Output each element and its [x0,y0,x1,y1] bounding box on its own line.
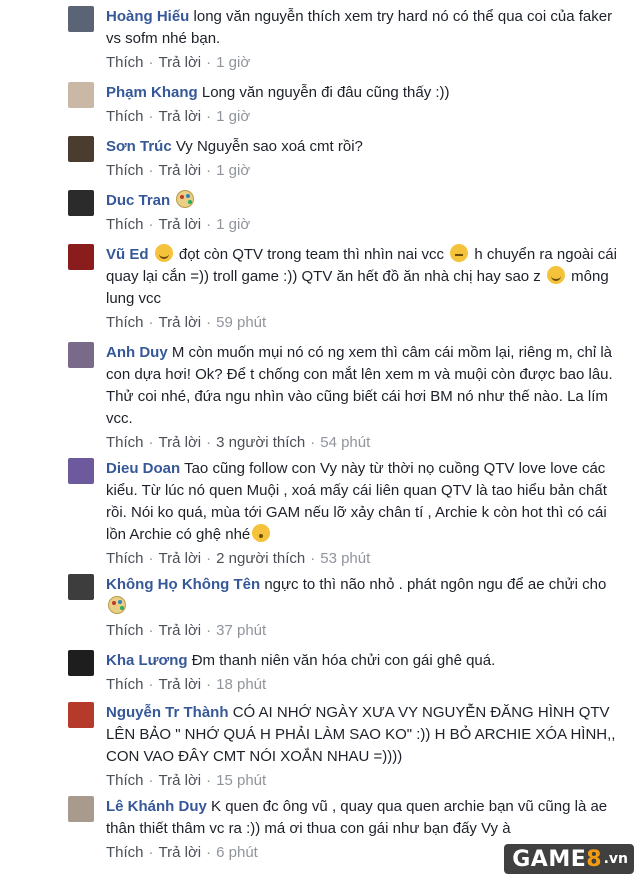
reply-link[interactable]: Trả lời [159,676,202,693]
like-link[interactable]: Thích [106,434,144,451]
reply-link[interactable]: Trả lời [159,54,202,71]
separator: · [148,314,154,331]
separator: · [148,434,154,451]
comment-text: Tao cũng follow con Vy này từ thời nọ cu… [106,460,607,543]
separator: · [148,216,154,233]
commenter-name[interactable]: Vũ Ed [106,246,149,263]
timestamp[interactable]: 15 phút [216,772,266,789]
separator: · [206,622,212,639]
separator: · [148,108,154,125]
timestamp[interactable]: 1 giờ [216,216,250,233]
kiss-emoji-icon [252,524,271,542]
like-link[interactable]: Thích [106,550,144,567]
reply-link[interactable]: Trả lời [159,434,202,451]
timestamp[interactable]: 6 phút [216,844,258,861]
like-link[interactable]: Thích [106,108,144,125]
commenter-name[interactable]: Dieu Doan [106,460,180,477]
timestamp[interactable]: 1 giờ [216,54,250,71]
palette-emoji-icon [108,596,126,614]
separator: · [206,216,212,233]
avatar[interactable] [68,796,94,822]
separator: · [206,162,212,179]
timestamp[interactable]: 1 giờ [216,108,250,125]
smile-emoji-icon [546,266,565,284]
comment-text: Long văn nguyễn đi đâu cũng thấy :)) [201,84,450,101]
like-link[interactable]: Thích [106,844,144,861]
avatar[interactable] [68,342,94,368]
timestamp[interactable]: 1 giờ [216,162,250,179]
separator: · [206,844,212,861]
timestamp[interactable]: 37 phút [216,622,266,639]
logo-main-text: GAME [512,846,587,872]
separator: · [206,550,212,567]
avatar[interactable] [68,244,94,270]
commenter-name[interactable]: Hoàng Hiếu [106,8,189,25]
reply-link[interactable]: Trả lời [159,622,202,639]
reply-link[interactable]: Trả lời [159,314,202,331]
separator: · [148,844,154,861]
logo-number-text: 8 [586,846,602,872]
likes-count[interactable]: 3 người thích [216,434,305,451]
comment-text: Đm thanh niên văn hóa chửi con gái ghê q… [191,652,496,669]
avatar[interactable] [68,702,94,728]
reply-link[interactable]: Trả lời [159,216,202,233]
like-link[interactable]: Thích [106,772,144,789]
commenter-name[interactable]: Phạm Khang [106,84,198,101]
avatar[interactable] [68,6,94,32]
reply-link[interactable]: Trả lời [159,550,202,567]
smile-emoji-icon [154,244,173,262]
like-link[interactable]: Thích [106,676,144,693]
separator: · [206,772,212,789]
timestamp[interactable]: 59 phút [216,314,266,331]
like-link[interactable]: Thích [106,216,144,233]
sweat-emoji-icon [450,244,469,262]
palette-emoji-icon [176,190,195,208]
timestamp[interactable]: 18 phút [216,676,266,693]
comment-text: ngực to thì não nhỏ . phát ngôn ngu để a… [264,576,607,593]
avatar[interactable] [68,574,94,600]
commenter-name[interactable]: Sơn Trúc [106,138,172,155]
commenter-name[interactable]: Kha Lương [106,652,188,669]
logo-domain-text: .vn [603,851,628,867]
separator: · [148,162,154,179]
timestamp[interactable]: 54 phút [320,434,370,451]
likes-count[interactable]: 2 người thích [216,550,305,567]
game8-logo-watermark: GAME 8 .vn [504,844,634,874]
avatar[interactable] [68,190,94,216]
separator: · [206,108,212,125]
avatar[interactable] [68,650,94,676]
like-link[interactable]: Thích [106,314,144,331]
commenter-name[interactable]: Không Họ Không Tên [106,576,260,593]
comment-text: M còn muốn mụi nó có ng xem thì câm cái … [106,344,613,427]
commenter-name[interactable]: Duc Tran [106,192,170,209]
avatar[interactable] [68,458,94,484]
commenter-name[interactable]: Lê Khánh Duy [106,798,207,815]
separator: · [148,622,154,639]
reply-link[interactable]: Trả lời [159,162,202,179]
avatar[interactable] [68,82,94,108]
separator: · [310,550,316,567]
separator: · [206,676,212,693]
like-link[interactable]: Thích [106,162,144,179]
separator: · [310,434,316,451]
like-link[interactable]: Thích [106,622,144,639]
commenter-name[interactable]: Anh Duy [106,344,168,361]
separator: · [206,314,212,331]
comment-text: Vy Nguyễn sao xoá cmt rồi? [175,138,363,155]
separator: · [206,434,212,451]
commenter-name[interactable]: Nguyễn Tr Thành [106,704,229,721]
timestamp[interactable]: 53 phút [320,550,370,567]
avatar[interactable] [68,136,94,162]
separator: · [148,772,154,789]
like-link[interactable]: Thích [106,54,144,71]
comment-text: đọt còn QTV trong team thì nhìn nai vcc [178,246,444,263]
separator: · [148,54,154,71]
separator: · [148,550,154,567]
reply-link[interactable]: Trả lời [159,844,202,861]
reply-link[interactable]: Trả lời [159,108,202,125]
separator: · [148,676,154,693]
reply-link[interactable]: Trả lời [159,772,202,789]
separator: · [206,54,212,71]
